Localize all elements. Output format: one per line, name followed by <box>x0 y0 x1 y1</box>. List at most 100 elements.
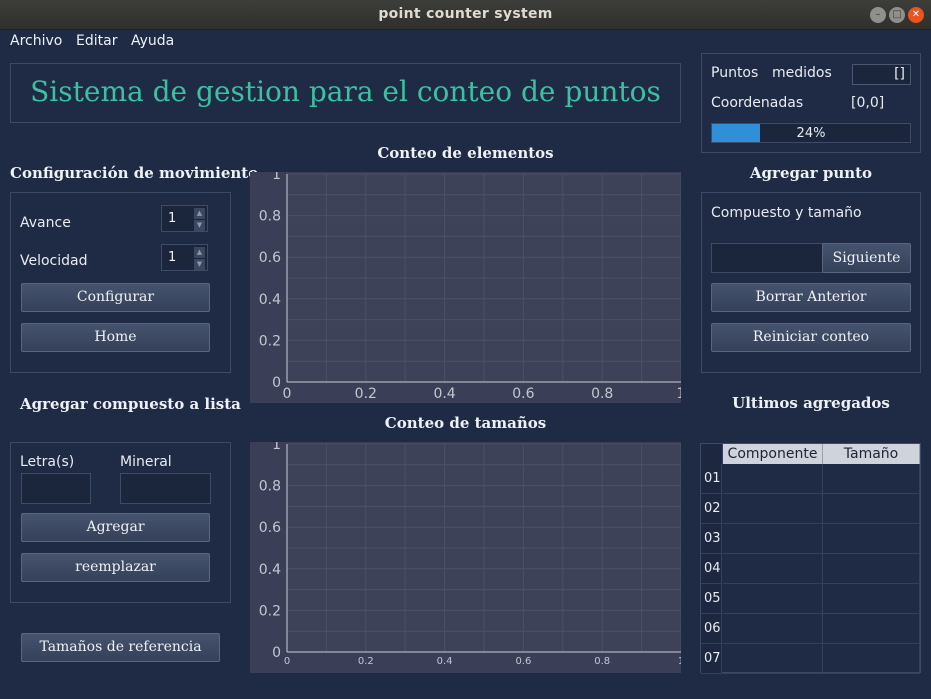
table-cell-componente[interactable] <box>723 584 823 614</box>
movement-title: Configuración de movimiento <box>10 164 259 182</box>
measured-label: medidos <box>772 65 832 81</box>
compound-size-input[interactable] <box>711 243 823 273</box>
speed-down-icon[interactable]: ▼ <box>194 259 205 270</box>
table-cell-componente[interactable] <box>723 644 823 674</box>
table-corner <box>701 444 723 464</box>
replace-button[interactable]: reemplazar <box>21 553 210 582</box>
y-tick-label: 0.6 <box>259 250 281 266</box>
speed-stepper[interactable]: 1 ▲ ▼ <box>161 244 208 271</box>
reset-count-button[interactable]: Reiniciar conteo <box>711 323 911 352</box>
sizes-chart: 0 0.2 0.4 0.6 0.8 1 0 0.2 0.4 0.6 0.8 1 <box>250 437 684 673</box>
column-header-componente[interactable]: Componente <box>723 444 823 464</box>
add-compound-title: Agregar compuesto a lista <box>20 395 241 413</box>
advance-down-icon[interactable]: ▼ <box>194 220 205 231</box>
y-tick-label: 0.2 <box>259 333 281 349</box>
table-cell-tamano[interactable] <box>823 614 920 644</box>
y-tick-label: 1 <box>272 172 281 183</box>
table-cell-tamano[interactable] <box>823 494 920 524</box>
speed-label: Velocidad <box>20 253 88 269</box>
next-button[interactable]: Siguiente <box>822 243 911 273</box>
window-titlebar: point counter system – □ ✕ <box>0 0 931 30</box>
x-tick-label: 0.6 <box>512 386 534 402</box>
y-tick-label: 0 <box>272 645 281 661</box>
reference-sizes-button[interactable]: Tamaños de referencia <box>21 633 220 662</box>
mineral-label: Mineral <box>120 454 172 470</box>
table-cell-componente[interactable] <box>723 464 823 494</box>
close-icon[interactable]: ✕ <box>908 7 924 23</box>
elements-chart: 0 0.2 0.4 0.6 0.8 1 0 0.2 0.4 0.6 0.8 1 <box>250 167 686 403</box>
table-row-header[interactable]: 02 <box>701 494 722 524</box>
x-tick-label: 1 <box>678 656 681 667</box>
y-tick-label: 0.8 <box>259 209 281 225</box>
table-row-header[interactable]: 01 <box>701 464 722 494</box>
mineral-input[interactable] <box>120 473 211 504</box>
points-label: Puntos <box>711 65 759 81</box>
window-title: point counter system <box>378 6 553 22</box>
table-row-header[interactable]: 06 <box>701 614 722 644</box>
table-row-header[interactable]: 04 <box>701 554 722 584</box>
x-tick-label: 1 <box>677 386 681 402</box>
x-tick-label: 0.4 <box>433 386 455 402</box>
movement-panel: Avance 1 ▲ ▼ Velocidad 1 ▲ ▼ Configurar … <box>10 192 231 373</box>
table-cell-componente[interactable] <box>723 554 823 584</box>
table-cell-tamano[interactable] <box>823 554 920 584</box>
points-measured-display: [] <box>852 64 911 85</box>
progress-text: 24% <box>796 126 826 141</box>
menu-bar: Archivo Editar Ayuda <box>0 30 931 52</box>
progress-bar: 24% <box>711 123 911 143</box>
chart2-title: Conteo de tamaños <box>384 414 547 432</box>
advance-stepper[interactable]: 1 ▲ ▼ <box>161 205 208 232</box>
page-title: Sistema de gestion para el conteo de pun… <box>30 75 661 108</box>
table-cell-componente[interactable] <box>723 614 823 644</box>
menu-ayuda[interactable]: Ayuda <box>131 33 174 49</box>
y-tick-label: 1 <box>272 442 281 453</box>
table-row-header[interactable]: 07 <box>701 644 722 674</box>
advance-label: Avance <box>20 215 71 231</box>
table-cell-tamano[interactable] <box>823 584 920 614</box>
table-row-header[interactable]: 03 <box>701 524 722 554</box>
advance-value: 1 <box>168 211 177 226</box>
add-compound-panel: Letra(s) Mineral Agregar reemplazar <box>10 442 231 603</box>
advance-up-icon[interactable]: ▲ <box>194 208 205 219</box>
configure-button[interactable]: Configurar <box>21 283 210 312</box>
table-cell-componente[interactable] <box>723 524 823 554</box>
y-tick-label: 0.6 <box>259 520 281 536</box>
x-tick-label: 0.8 <box>594 656 610 667</box>
table-cell-componente[interactable] <box>723 494 823 524</box>
compound-size-label: Compuesto y tamaño <box>711 205 862 221</box>
x-tick-label: 0.2 <box>355 386 377 402</box>
points-value: [] <box>894 66 905 82</box>
home-button[interactable]: Home <box>21 323 210 352</box>
speed-value: 1 <box>168 250 177 265</box>
y-tick-label: 0.2 <box>259 603 281 619</box>
column-header-tamano[interactable]: Tamaño <box>823 444 920 464</box>
x-tick-label: 0.6 <box>515 656 531 667</box>
delete-previous-button[interactable]: Borrar Anterior <box>711 283 911 312</box>
y-tick-label: 0.4 <box>259 562 281 578</box>
coords-value: [0,0] <box>851 95 885 111</box>
table-row-header[interactable]: 05 <box>701 584 722 614</box>
table-cell-tamano[interactable] <box>823 464 920 494</box>
y-tick-label: 0.8 <box>259 479 281 495</box>
minimize-icon[interactable]: – <box>870 7 886 23</box>
menu-archivo[interactable]: Archivo <box>10 33 62 49</box>
menu-editar[interactable]: Editar <box>76 33 117 49</box>
table-cell-tamano[interactable] <box>823 644 920 674</box>
maximize-icon[interactable]: □ <box>889 7 905 23</box>
x-tick-label: 0 <box>283 386 292 402</box>
x-tick-label: 0.4 <box>437 656 453 667</box>
elements-chart-svg: 0 0.2 0.4 0.6 0.8 1 0 0.2 0.4 0.6 0.8 1 <box>259 167 686 402</box>
latest-table[interactable]: Componente Tamaño 01 02 03 04 05 06 07 <box>700 443 921 674</box>
latest-title: Ultimos agregados <box>732 394 890 412</box>
coords-label: Coordenadas <box>711 95 804 111</box>
status-panel: Puntos medidos [] Coordenadas [0,0] 24% <box>701 53 921 153</box>
header-frame: Sistema de gestion para el conteo de pun… <box>10 63 681 123</box>
x-tick-label: 0 <box>284 656 290 667</box>
x-tick-label: 0.8 <box>591 386 613 402</box>
letters-input[interactable] <box>21 473 91 504</box>
add-button[interactable]: Agregar <box>21 513 210 542</box>
speed-up-icon[interactable]: ▲ <box>194 247 205 258</box>
table-cell-tamano[interactable] <box>823 524 920 554</box>
add-point-panel: Compuesto y tamaño Siguiente Borrar Ante… <box>701 192 921 373</box>
x-tick-label: 0.2 <box>358 656 374 667</box>
